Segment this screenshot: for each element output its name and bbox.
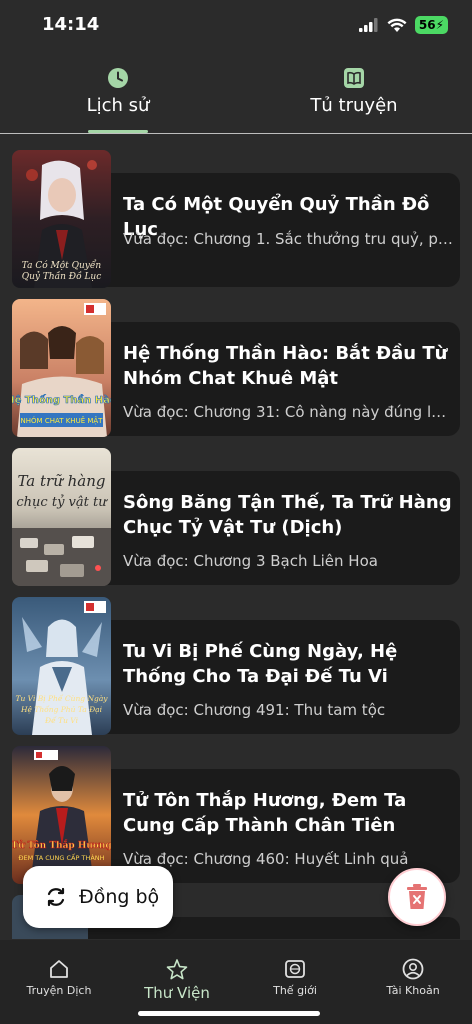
status-icons: 56⚡	[358, 16, 448, 34]
tab-bookshelf-label: Tủ truyện	[310, 95, 398, 116]
sync-button[interactable]: Đồng bộ	[23, 866, 173, 928]
library-tabs: Lịch sử Tủ truyện	[0, 60, 472, 134]
story-last-read: Vừa đọc: Chương 491: Thu tam tộc	[123, 701, 386, 719]
user-icon	[402, 958, 424, 980]
list-item[interactable]: Tử Tôn Thắp Hương ĐEM TA CUNG CẤP THÀNH …	[12, 746, 460, 884]
clock-icon	[108, 68, 128, 88]
nav-item-account[interactable]: Tài Khoản	[354, 958, 472, 997]
svg-text:Ta Có Một Quyển: Ta Có Một Quyển	[22, 259, 102, 271]
list-item[interactable]: Ta Có Một Quyển Quỷ Thần Đồ Lục Ta Có Mộ…	[12, 150, 460, 288]
svg-text:Tử Tôn Thắp Hương: Tử Tôn Thắp Hương	[12, 839, 111, 851]
cover-image: Ta Có Một Quyển Quỷ Thần Đồ Lục	[12, 150, 111, 288]
story-cover[interactable]: Ta Có Một Quyển Quỷ Thần Đồ Lục	[12, 150, 111, 288]
home-indicator	[138, 1011, 320, 1016]
nav-item-label: Thế giới	[273, 984, 317, 997]
story-cover[interactable]: Hệ Thống Thần Hào NHÓM CHAT KHUÊ MẬT	[12, 299, 111, 437]
cover-image: Ta trữ hàng chục tỷ vật tư	[12, 448, 111, 586]
battery-level: 56	[418, 18, 436, 32]
home-icon	[50, 960, 68, 978]
cover-image: Hệ Thống Thần Hào NHÓM CHAT KHUÊ MẬT	[12, 299, 111, 437]
delete-button[interactable]	[388, 868, 446, 926]
story-title: Hệ Thống Thần Hào: Bắt Đầu Từ Nhóm Chat …	[123, 343, 448, 389]
sync-button-label: Đồng bộ	[79, 886, 160, 908]
status-time: 14:14	[42, 14, 100, 35]
svg-text:NHÓM CHAT KHUÊ MẬT: NHÓM CHAT KHUÊ MẬT	[21, 416, 104, 425]
tab-bookshelf[interactable]: Tủ truyện	[236, 60, 472, 134]
nav-item-label: Thư Viện	[144, 984, 210, 1002]
story-cover[interactable]: Tu Vi Bị Phế Cùng Ngày Hệ Thống Phú Ta Đ…	[12, 597, 111, 735]
signal-icon	[358, 18, 378, 32]
story-title: Tử Tôn Thắp Hương, Đem Ta Cung Cấp Thành…	[123, 790, 407, 836]
list-item[interactable]: Tu Vi Bị Phế Cùng Ngày Hệ Thống Phú Ta Đ…	[12, 597, 460, 735]
star-icon	[166, 959, 188, 980]
tab-history[interactable]: Lịch sử	[0, 60, 236, 134]
svg-text:Hệ Thống Phú Ta Đại: Hệ Thống Phú Ta Đại	[20, 705, 103, 714]
nav-item-library[interactable]: Thư Viện	[118, 958, 236, 1002]
story-last-read: Vừa đọc: Chương 31: Cô nàng này đúng là …	[123, 403, 453, 421]
story-last-read: Vừa đọc: Chương 460: Huyết Linh quả	[123, 850, 409, 868]
story-cover[interactable]: Tử Tôn Thắp Hương ĐEM TA CUNG CẤP THÀNH	[12, 746, 111, 884]
nav-item-label: Truyện Dịch	[26, 984, 92, 997]
tab-indicator	[88, 130, 148, 133]
delete-icon	[407, 884, 427, 909]
svg-text:Đế Tu Vi: Đế Tu Vi	[44, 716, 79, 725]
cover-image: Tử Tôn Thắp Hương ĐEM TA CUNG CẤP THÀNH	[12, 746, 111, 884]
nav-item-label: Tài Khoản	[386, 984, 440, 997]
story-last-read: Vừa đọc: Chương 1. Sắc thưởng tru quỷ, p…	[123, 230, 453, 248]
sync-icon	[47, 887, 65, 907]
story-last-read: Vừa đọc: Chương 3 Bạch Liên Hoa	[123, 552, 378, 570]
svg-text:Tu Vi Bị Phế Cùng Ngày: Tu Vi Bị Phế Cùng Ngày	[15, 694, 108, 703]
nav-item-world[interactable]: Thế giới	[236, 958, 354, 997]
svg-text:Ta trữ hàng: Ta trữ hàng	[17, 472, 105, 490]
list-item[interactable]: Hệ Thống Thần Hào NHÓM CHAT KHUÊ MẬT Hệ …	[12, 299, 460, 437]
status-bar: 14:14 56⚡	[0, 0, 472, 52]
wifi-icon	[387, 18, 407, 32]
book-icon	[344, 68, 364, 88]
story-title: Sông Băng Tận Thế, Ta Trữ Hàng Chục Tỷ V…	[123, 492, 452, 538]
svg-text:Hệ Thống Thần Hào: Hệ Thống Thần Hào	[12, 393, 111, 406]
svg-text:ĐEM TA CUNG CẤP THÀNH: ĐEM TA CUNG CẤP THÀNH	[18, 852, 104, 862]
tab-history-label: Lịch sử	[86, 95, 150, 116]
globe-icon	[285, 960, 305, 978]
svg-text:Quỷ Thần Đồ Lục: Quỷ Thần Đồ Lục	[22, 271, 102, 282]
story-cover[interactable]: Ta trữ hàng chục tỷ vật tư	[12, 448, 111, 586]
story-title: Tu Vi Bị Phế Cùng Ngày, Hệ Thống Cho Ta …	[123, 641, 398, 687]
nav-item-translated[interactable]: Truyện Dịch	[0, 958, 118, 997]
list-item[interactable]: Ta trữ hàng chục tỷ vật tư Sông Băng Tận…	[12, 448, 460, 586]
svg-text:chục tỷ vật tư: chục tỷ vật tư	[16, 495, 108, 510]
cover-image: Tu Vi Bị Phế Cùng Ngày Hệ Thống Phú Ta Đ…	[12, 597, 111, 735]
battery-indicator: 56⚡	[414, 16, 448, 34]
